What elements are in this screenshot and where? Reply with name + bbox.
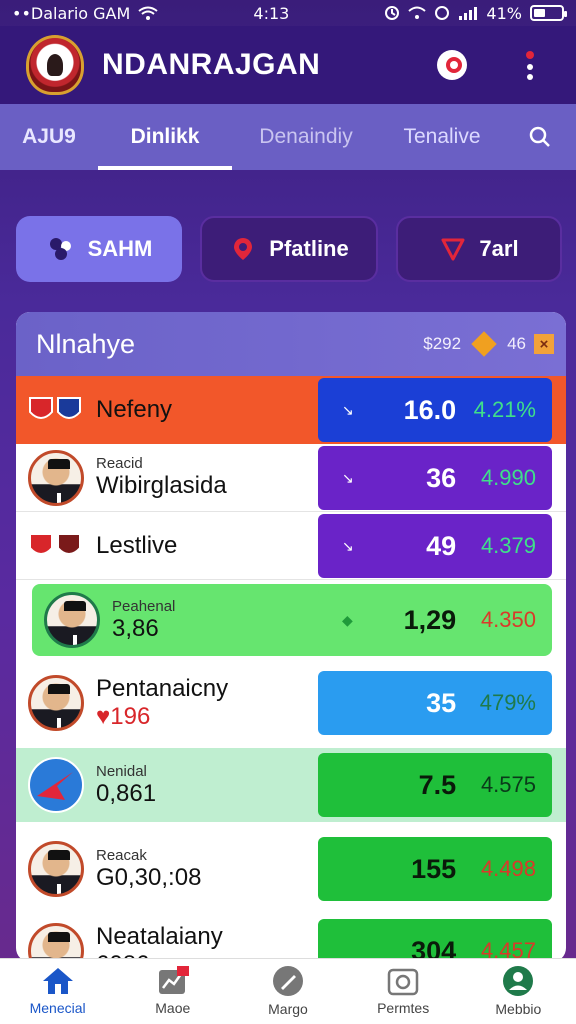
list-item[interactable]: Reacak G0,30,:08 155 4.498: [16, 832, 566, 906]
flag-icon: [16, 532, 96, 560]
nav-home[interactable]: Menecial: [0, 958, 115, 1024]
nav-label: Permtes: [377, 1000, 430, 1016]
nav-label: Maoe: [155, 1000, 191, 1016]
diamond-icon: [471, 331, 497, 357]
list-item[interactable]: Lestlive ↘ 49 4.379: [16, 512, 566, 580]
score-change: 479%: [479, 690, 536, 715]
score-value: 49: [426, 530, 457, 561]
nav-chart[interactable]: Maoe: [115, 958, 230, 1024]
filter-chips: SAHM Pfatline 7arl: [16, 216, 562, 282]
party-logo-icon: [16, 756, 96, 814]
notification-icon: [437, 50, 467, 80]
score-value: 36: [426, 462, 457, 493]
tab-4[interactable]: Tenalive: [380, 104, 504, 170]
score-change: 4.350: [480, 607, 536, 632]
score-cell: ↘ 36 4.990: [318, 446, 552, 510]
score-change: 4.379: [480, 533, 536, 558]
battery-icon: [529, 5, 567, 21]
nav-label: Margo: [268, 1001, 308, 1017]
score-cell: ↘ 49 4.379: [318, 514, 552, 578]
sync-icon: [435, 6, 450, 20]
pin-icon: [234, 238, 253, 260]
close-button[interactable]: ×: [534, 334, 554, 354]
nav-pen[interactable]: Margo: [230, 958, 345, 1024]
cell-signal-icon: [459, 7, 478, 20]
score-value: 16.0: [403, 394, 457, 425]
score-value: 7.5: [418, 769, 457, 800]
nav-label: Menecial: [29, 1000, 86, 1016]
trend-icon: ↘: [342, 469, 354, 486]
trend-icon: ↘: [342, 401, 354, 418]
search-button[interactable]: [504, 104, 576, 170]
chip-sahm[interactable]: SAHM: [16, 216, 182, 282]
camera-icon: [387, 968, 419, 996]
wifi-icon: [138, 6, 158, 20]
chart-icon: [158, 966, 189, 994]
score-cell: 155 4.498: [318, 837, 552, 901]
score-cell: ◆ 1,29 4.350: [318, 588, 552, 652]
score-change: 4.990: [480, 465, 536, 490]
list-item[interactable]: Neatalaiany60863044.457: [16, 914, 566, 962]
panel-title: Nlnahye: [36, 328, 136, 359]
search-icon: [529, 126, 550, 147]
chip-label: Pfatline: [269, 236, 349, 261]
nav-camera[interactable]: Permtes: [346, 958, 461, 1024]
status-bar: ••Dalario GAM 4:13 41%: [0, 0, 576, 26]
list-item[interactable]: Pentanaicny ♥196 35 479%: [16, 666, 566, 740]
flag-icon: [16, 396, 96, 424]
alarm-icon: [385, 6, 400, 20]
notification-button[interactable]: [432, 45, 472, 85]
panel-header: Nlnahye $292 46 ×: [16, 312, 566, 376]
nav-profile[interactable]: Mebbio: [461, 958, 576, 1024]
score-change: 4.498: [480, 856, 536, 881]
shield-icon: [441, 238, 465, 261]
wifi-signal-icon: [408, 6, 427, 19]
list-item[interactable]: Reacid Wibirglasida ↘ 36 4.990: [16, 444, 566, 512]
bottom-nav: Menecial Maoe Margo Permtes Mebbio: [0, 958, 576, 1024]
chip-pfatline[interactable]: Pfatline: [200, 216, 378, 282]
avatar: [28, 841, 84, 897]
score-value: 35: [426, 687, 457, 718]
more-menu-button[interactable]: [510, 45, 550, 85]
avatar: [28, 449, 84, 506]
score-change: 4.575: [480, 772, 536, 797]
score-cell: ↘ 16.0 4.21%: [318, 378, 552, 442]
score-cell: 35 479%: [318, 671, 552, 735]
avatar: [44, 592, 100, 648]
score-cell: 304 4.457: [318, 919, 552, 962]
panel-amount: $292: [423, 334, 462, 353]
panel-count: 46: [507, 334, 526, 353]
app-title: NDANRAJGAN: [102, 48, 321, 81]
tab-1[interactable]: AJU9: [0, 104, 98, 170]
tab-bar: AJU9 Dinlikk Denaindiy Tenalive: [0, 104, 576, 170]
ranking-panel: Nlnahye $292 46 × Nefeny ↘ 16.0 4.21% Reacid…: [16, 312, 566, 962]
avatar: [28, 923, 84, 962]
trend-icon: ◆: [342, 611, 353, 628]
people-icon: [49, 238, 71, 260]
carrier-label: ••Dalario GAM: [12, 3, 131, 23]
home-icon: [42, 968, 73, 994]
app-bar: NDANRAJGAN: [0, 26, 576, 104]
chip-label: 7arl: [479, 236, 519, 261]
list-item[interactable]: Nefeny ↘ 16.0 4.21%: [16, 376, 566, 444]
list-item[interactable]: Nenidal 0,861 7.5 4.575: [16, 748, 566, 822]
score-change: 4.21%: [473, 397, 536, 422]
nav-label: Mebbio: [495, 1001, 542, 1017]
pen-icon: [272, 966, 303, 996]
app-logo: [26, 35, 84, 95]
battery-percent: 41%: [486, 3, 522, 23]
chip-7arl[interactable]: 7arl: [396, 216, 562, 282]
clock: 4:13: [253, 3, 290, 23]
avatar: [28, 675, 84, 731]
tab-3[interactable]: Denaindiy: [232, 104, 380, 170]
tab-2-active[interactable]: Dinlikk: [98, 104, 232, 170]
profile-icon: [503, 966, 534, 996]
score-value: 1,29: [403, 604, 457, 635]
trend-icon: ↘: [342, 537, 354, 554]
score-value: 155: [411, 853, 457, 884]
list-item[interactable]: Peahenal 3,86 ◆ 1,29 4.350: [32, 584, 552, 656]
more-vert-icon: [526, 51, 534, 80]
score-cell: 7.5 4.575: [318, 753, 552, 817]
chip-label: SAHM: [87, 236, 153, 261]
